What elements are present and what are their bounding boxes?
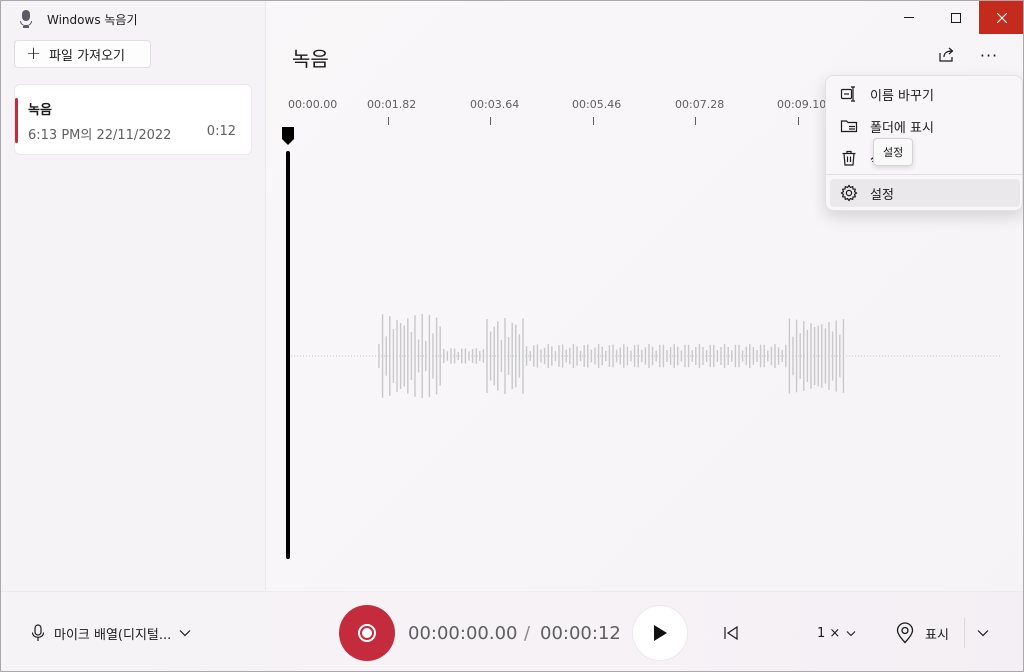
- timeline-tick: [695, 117, 696, 125]
- playback-bar: 마이크 배열(디지털... 00:00:00.00 / 00:00:12 1 ×…: [1, 591, 1023, 671]
- menu-item-label: 설정: [870, 187, 894, 203]
- playback-speed-select[interactable]: 1 ×: [817, 623, 856, 643]
- microphone-select[interactable]: 마이크 배열(디지털...: [30, 622, 191, 644]
- waveform[interactable]: [291, 301, 1011, 411]
- menu-item-label: 이름 바꾸기: [870, 88, 934, 104]
- total-time: 00:00:12: [540, 623, 621, 644]
- maximize-button[interactable]: [932, 1, 979, 34]
- play-button[interactable]: [632, 605, 688, 661]
- rename-icon: [840, 86, 855, 102]
- timeline-tick-label: 00:00.00: [288, 98, 338, 111]
- recording-duration: 0:12: [206, 124, 236, 139]
- timeline-tick: [388, 117, 389, 125]
- import-file-button[interactable]: + 파일 가져오기: [14, 40, 151, 68]
- timeline-tick-label: 00:07.28: [675, 98, 725, 111]
- time-separator: /: [524, 623, 531, 644]
- folder-icon: [840, 120, 858, 133]
- microphone-icon: [19, 10, 33, 28]
- minimize-button[interactable]: [885, 1, 932, 34]
- timeline-tick: [593, 117, 594, 125]
- plus-icon: +: [26, 43, 42, 64]
- playhead-line[interactable]: [286, 151, 290, 559]
- playback-speed-value: 1 ×: [817, 625, 841, 641]
- close-icon: [997, 12, 1007, 23]
- more-options-menu: 이름 바꾸기 폴더에 표시 삭제 설정: [825, 75, 1023, 211]
- toolbar-divider: [964, 618, 965, 648]
- share-icon: [939, 47, 954, 62]
- current-time: 00:00:00.00: [408, 623, 518, 644]
- timeline-tick-label: 00:05.46: [572, 98, 622, 111]
- chevron-down-icon: [179, 630, 191, 637]
- import-file-label: 파일 가져오기: [49, 48, 125, 64]
- menu-item-label: 폴더에 표시: [870, 120, 934, 136]
- tooltip: 설정: [873, 138, 914, 166]
- page-title: 녹음: [292, 47, 329, 71]
- location-pin-icon: [896, 622, 914, 644]
- chevron-down-icon: [846, 630, 856, 636]
- playhead-handle[interactable]: [282, 127, 294, 145]
- recording-date: 6:13 PM의 22/11/2022: [28, 128, 172, 143]
- microphone-label: 마이크 배열(디지털...: [54, 627, 172, 643]
- record-icon: [358, 624, 376, 642]
- app-title: Windows 녹음기: [47, 12, 138, 27]
- menu-item-settings[interactable]: 설정: [830, 179, 1020, 207]
- timeline-tick: [798, 117, 799, 125]
- menu-item-delete[interactable]: 삭제: [830, 144, 1020, 172]
- timeline-tick: [490, 117, 491, 125]
- menu-item-rename[interactable]: 이름 바꾸기: [830, 80, 1020, 108]
- maximize-icon: [950, 12, 961, 23]
- gear-icon: [840, 184, 858, 202]
- selection-indicator: [15, 98, 18, 143]
- share-button[interactable]: [935, 43, 959, 67]
- chevron-down-icon: [977, 630, 989, 637]
- more-icon: ···: [979, 45, 999, 65]
- timeline-tick-label: 00:09.10: [777, 98, 827, 111]
- recordings-pane: Windows 녹음기 + 파일 가져오기 녹음 6:13 PM의 22/11/…: [1, 1, 266, 591]
- play-icon: [654, 625, 667, 641]
- more-options-button[interactable]: ···: [977, 43, 1001, 67]
- menu-separator: [826, 174, 1022, 175]
- skip-back-button[interactable]: [721, 623, 741, 643]
- record-button[interactable]: [339, 605, 395, 661]
- timeline-tick-label: 00:03.64: [470, 98, 520, 111]
- recording-list-item[interactable]: 녹음 6:13 PM의 22/11/2022 0:12: [14, 84, 252, 155]
- title-bar: Windows 녹음기: [19, 9, 138, 29]
- close-button[interactable]: [979, 1, 1023, 34]
- add-marker-button[interactable]: 표시: [895, 619, 949, 647]
- skip-back-icon: [724, 625, 738, 641]
- minimize-icon: [903, 17, 914, 18]
- add-marker-label: 표시: [925, 627, 949, 643]
- app-window: Windows 녹음기 + 파일 가져오기 녹음 6:13 PM의 22/11/…: [0, 0, 1024, 672]
- menu-item-show-in-folder[interactable]: 폴더에 표시: [830, 112, 1020, 140]
- marker-options-button[interactable]: [975, 623, 991, 643]
- recording-name: 녹음: [28, 103, 52, 118]
- timeline-tick-label: 00:01.82: [367, 98, 417, 111]
- trash-icon: [842, 150, 856, 166]
- microphone-icon: [31, 624, 45, 641]
